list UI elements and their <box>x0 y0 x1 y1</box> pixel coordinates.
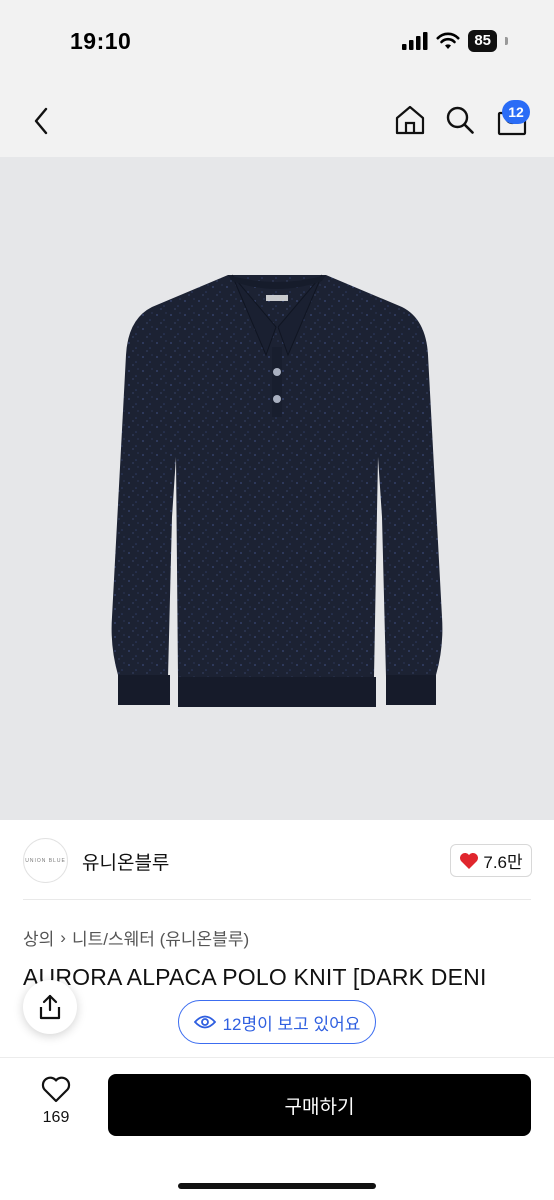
viewers-text: 12명이 보고 있어요 <box>222 1014 361 1034</box>
wishlist-button[interactable]: 169 <box>32 1076 80 1136</box>
breadcrumb-subcategory[interactable]: 니트/스웨터 (유니온블루) <box>72 925 249 950</box>
status-icons: 85 <box>402 30 508 52</box>
breadcrumb-separator: › <box>60 927 66 947</box>
search-button[interactable] <box>442 102 478 138</box>
battery-nub <box>505 37 508 45</box>
status-time: 19:10 <box>70 28 132 54</box>
brand-name[interactable]: 유니온블루 <box>82 848 169 875</box>
breadcrumb-category[interactable]: 상의 <box>23 925 54 950</box>
share-icon <box>39 994 61 1020</box>
home-icon <box>395 105 425 135</box>
heart-outline-icon <box>41 1076 71 1103</box>
divider <box>23 899 531 900</box>
product-title: AURORA ALPACA POLO KNIT [DARK DENI <box>23 964 487 990</box>
signal-icon <box>402 32 428 50</box>
home-button[interactable] <box>392 102 428 138</box>
top-nav <box>0 84 554 157</box>
heart-filled-icon <box>460 852 479 869</box>
search-icon <box>446 106 474 134</box>
wifi-icon <box>436 32 460 49</box>
battery-icon: 85 <box>468 30 497 52</box>
product-image[interactable] <box>0 157 554 820</box>
buy-button[interactable]: 구매하기 <box>108 1074 531 1136</box>
brand-row[interactable]: UNION BLUE 유니온블루 7.6만 <box>0 834 554 888</box>
wishlist-count: 169 <box>42 1109 70 1126</box>
brand-like-button[interactable]: 7.6만 <box>450 844 532 877</box>
brand-logo[interactable]: UNION BLUE <box>23 838 68 883</box>
sweater-image <box>111 274 443 707</box>
home-indicator <box>178 1183 376 1189</box>
bottom-action-bar: 169 구매하기 <box>0 1057 554 1200</box>
breadcrumb: 상의 › 니트/스웨터 (유니온블루) <box>23 925 249 950</box>
eye-icon <box>193 1015 216 1029</box>
status-bar: 19:10 85 <box>0 0 554 84</box>
chevron-left-icon <box>34 107 48 135</box>
viewers-indicator: 12명이 보고 있어요 <box>178 1000 376 1044</box>
cart-count-badge: 12 <box>502 100 530 124</box>
brand-like-count: 7.6만 <box>483 853 523 872</box>
share-button[interactable] <box>23 980 77 1034</box>
back-button[interactable] <box>26 104 56 138</box>
